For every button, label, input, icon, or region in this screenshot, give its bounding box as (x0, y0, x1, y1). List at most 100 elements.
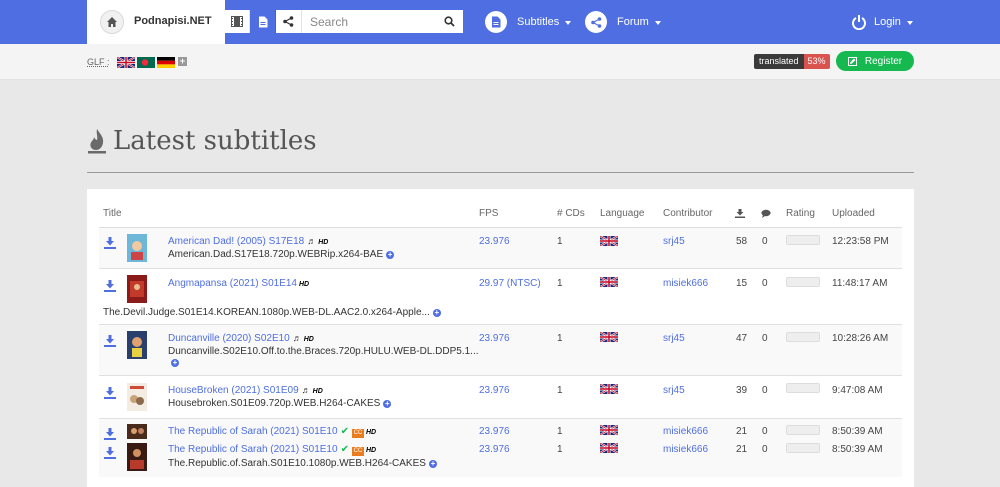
register-label: Register (864, 55, 903, 67)
brand-link[interactable]: Podnapisi.NET (87, 0, 225, 44)
music-note-icon: ♬ (301, 385, 311, 395)
cd-count: 1 (557, 278, 563, 289)
register-button[interactable]: Register (836, 51, 914, 71)
edit-icon (847, 56, 857, 66)
column-header-downloads-icon[interactable] (735, 209, 745, 218)
column-header-rating[interactable]: Rating (786, 208, 815, 219)
uk-flag-icon (600, 384, 618, 394)
music-note-icon: ♬ (307, 236, 317, 246)
uploaded-time: 9:47:08 AM (832, 385, 883, 396)
rating-bar (786, 277, 820, 287)
column-header-comments-icon[interactable] (761, 209, 772, 218)
fps-value[interactable]: 29.97 (NTSC) (479, 278, 541, 289)
music-note-icon: ♬ (292, 333, 302, 343)
expand-release-icon[interactable]: + (428, 460, 437, 468)
contributor-link[interactable]: srj45 (663, 333, 685, 344)
search-mode-share-button[interactable] (276, 10, 302, 33)
uk-flag-icon (600, 332, 618, 342)
heading-divider (87, 172, 914, 173)
expand-release-icon[interactable]: + (383, 400, 392, 408)
poster-thumbnail[interactable] (127, 234, 147, 262)
translated-badge: translated 53% (754, 54, 830, 69)
nav-subtitles-menu[interactable]: Subtitles (485, 0, 572, 44)
forum-share-icon (585, 11, 607, 33)
column-header-cds[interactable]: # CDs (557, 208, 585, 219)
column-header-title[interactable]: Title (103, 208, 122, 219)
bangladesh-flag-icon[interactable] (137, 57, 155, 68)
uk-flag-icon[interactable] (117, 57, 135, 68)
subtitle-title-link[interactable]: HouseBroken (2021) S01E09 ♬ HD (168, 385, 323, 396)
release-name: Housebroken.S01E09.720p.WEB.H264-CAKES + (168, 398, 392, 409)
download-count: 21 (736, 444, 748, 455)
expand-release-icon[interactable]: + (432, 309, 441, 317)
cd-count: 1 (557, 426, 563, 437)
uploaded-time: 10:28:26 AM (832, 333, 889, 344)
download-icon[interactable] (104, 237, 116, 249)
contributor-link[interactable]: srj45 (663, 385, 685, 396)
subtitle-title-link[interactable]: The Republic of Sarah (2021) S01E10 ✔ CC HD (168, 444, 376, 456)
fps-value[interactable]: 23.976 (479, 444, 510, 455)
expand-release-icon[interactable]: + (386, 251, 395, 259)
comment-count: 0 (762, 278, 768, 289)
comment-count: 0 (762, 333, 768, 344)
fps-value[interactable]: 23.976 (479, 236, 510, 247)
uploaded-time: 8:50:39 AM (832, 444, 883, 455)
add-language-icon[interactable]: + (178, 57, 187, 66)
search-submit-button[interactable] (439, 10, 459, 33)
download-icon[interactable] (104, 387, 116, 399)
poster-thumbnail[interactable] (127, 275, 147, 303)
page-heading: Latest subtitles (87, 126, 317, 156)
search-mode-subtitles-button[interactable] (250, 10, 276, 33)
release-name: The.Republic.of.Sarah.S01E10.1080p.WEB.H… (168, 458, 437, 469)
share-icon (283, 16, 294, 27)
download-icon[interactable] (104, 447, 116, 459)
search-mode-movies-button[interactable] (224, 10, 250, 33)
hd-badge: HD (318, 239, 329, 246)
download-icon[interactable] (104, 428, 116, 440)
download-count: 21 (736, 426, 748, 437)
search-bar (224, 10, 463, 33)
expand-release-icon[interactable]: + (171, 359, 179, 367)
poster-thumbnail[interactable] (127, 331, 147, 359)
search-input[interactable] (302, 10, 442, 33)
poster-thumbnail[interactable] (127, 443, 147, 471)
contributor-link[interactable]: misiek666 (663, 278, 708, 289)
column-header-language[interactable]: Language (600, 208, 645, 219)
column-header-fps[interactable]: FPS (479, 208, 498, 219)
translated-label: translated (754, 54, 804, 69)
uk-flag-icon (600, 425, 618, 435)
contributor-link[interactable]: srj45 (663, 236, 685, 247)
subtitle-title-link[interactable]: Angmapansa (2021) S01E14 HD (168, 278, 309, 289)
subtitle-title-link[interactable]: American Dad! (2005) S17E18 ♬ HD (168, 236, 328, 247)
rating-bar (786, 443, 820, 453)
nav-forum-menu[interactable]: Forum (585, 0, 661, 44)
comment-count: 0 (762, 444, 768, 455)
nav-login-menu[interactable]: Login (851, 0, 913, 44)
contributor-link[interactable]: misiek666 (663, 444, 708, 455)
fps-value[interactable]: 23.976 (479, 333, 510, 344)
uk-flag-icon (600, 443, 618, 453)
brand-name: Podnapisi.NET (134, 15, 212, 27)
cd-count: 1 (557, 444, 563, 455)
poster-thumbnail[interactable] (127, 383, 147, 411)
fps-value[interactable]: 23.976 (479, 385, 510, 396)
contributor-link[interactable]: misiek666 (663, 426, 708, 437)
download-icon[interactable] (104, 335, 116, 347)
column-header-contributor[interactable]: Contributor (663, 208, 712, 219)
fps-value[interactable]: 23.976 (479, 426, 510, 437)
page-title: Latest subtitles (113, 126, 317, 156)
germany-flag-icon[interactable] (157, 57, 175, 68)
poster-thumbnail[interactable] (127, 424, 147, 439)
rating-bar (786, 425, 820, 435)
search-icon (443, 16, 455, 27)
rating-bar (786, 332, 820, 342)
download-icon[interactable] (104, 280, 116, 292)
download-count: 15 (736, 278, 748, 289)
download-count: 47 (736, 333, 748, 344)
subtitle-title-link[interactable]: The Republic of Sarah (2021) S01E10 ✔ CC HD (168, 426, 376, 438)
glf-label[interactable]: GLF : (87, 57, 110, 67)
hd-badge: HD (365, 447, 377, 454)
subtitle-title-link[interactable]: Duncanville (2020) S02E10 ♬ HD (168, 333, 314, 344)
column-header-uploaded[interactable]: Uploaded (832, 208, 875, 219)
table-row-background (99, 228, 902, 268)
